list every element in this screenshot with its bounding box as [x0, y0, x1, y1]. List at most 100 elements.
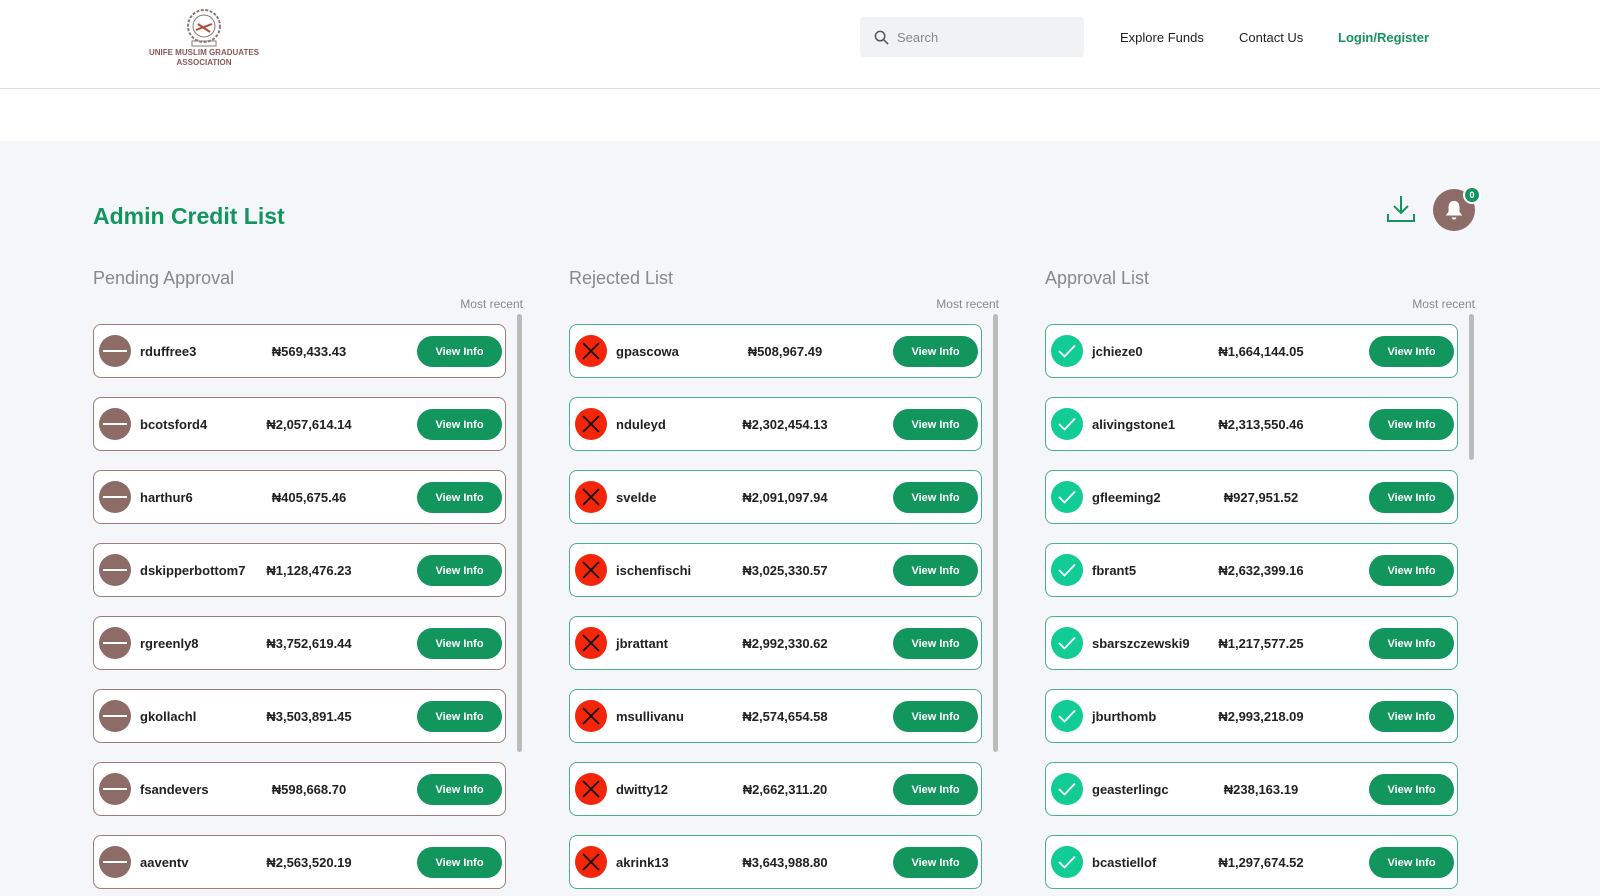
- username: aaventv: [140, 855, 189, 870]
- list-item: gfleeming2 ₦927,951.52 View Info: [1045, 470, 1458, 524]
- view-info-button[interactable]: View Info: [417, 555, 502, 586]
- view-info-button[interactable]: View Info: [1369, 701, 1454, 732]
- list-item: jburthomb ₦2,993,218.09 View Info: [1045, 689, 1458, 743]
- sort-label[interactable]: Most recent: [936, 297, 999, 311]
- x-icon: [575, 481, 607, 513]
- list-item: jbrattant ₦2,992,330.62 View Info: [569, 616, 982, 670]
- amount: ₦3,025,330.57: [742, 563, 828, 578]
- username: bcastiellof: [1092, 855, 1157, 870]
- view-info-button[interactable]: View Info: [417, 774, 502, 805]
- view-info-button[interactable]: View Info: [893, 628, 978, 659]
- list-item: gpascowa ₦508,967.49 View Info: [569, 324, 982, 378]
- minus-icon: [99, 481, 131, 513]
- view-info-button[interactable]: View Info: [1369, 409, 1454, 440]
- check-icon: [1051, 627, 1083, 659]
- amount: ₦1,297,674.52: [1218, 855, 1304, 870]
- page-title: Admin Credit List: [93, 203, 285, 229]
- view-info-button[interactable]: View Info: [1369, 555, 1454, 586]
- search-bar[interactable]: [860, 17, 1084, 57]
- sort-label[interactable]: Most recent: [460, 297, 523, 311]
- minus-icon: [99, 773, 131, 805]
- username: gpascowa: [616, 344, 679, 359]
- check-icon: [1051, 481, 1083, 513]
- username: fbrant5: [1092, 563, 1137, 578]
- scrollbar[interactable]: [1469, 314, 1474, 460]
- check-icon: [1051, 773, 1083, 805]
- username: alivingstone1: [1092, 417, 1176, 432]
- view-info-button[interactable]: View Info: [893, 847, 978, 878]
- column-title: Pending Approval: [93, 268, 235, 288]
- minus-icon: [99, 627, 131, 659]
- list-item: ischenfischi ₦3,025,330.57 View Info: [569, 543, 982, 597]
- username: fsandevers: [140, 782, 209, 797]
- view-info-button[interactable]: View Info: [893, 555, 978, 586]
- list-item: fbrant5 ₦2,632,399.16 View Info: [1045, 543, 1458, 597]
- list-item: rgreenly8 ₦3,752,619.44 View Info: [93, 616, 506, 670]
- view-info-button[interactable]: View Info: [417, 409, 502, 440]
- username: jburthomb: [1092, 709, 1157, 724]
- view-info-button[interactable]: View Info: [1369, 847, 1454, 878]
- amount: ₦1,664,144.05: [1218, 344, 1304, 359]
- username: nduleyd: [616, 417, 666, 432]
- bell-icon: [1445, 200, 1463, 220]
- username: harthur6: [140, 490, 193, 505]
- view-info-button[interactable]: View Info: [417, 847, 502, 878]
- view-info-button[interactable]: View Info: [417, 336, 502, 367]
- view-info-button[interactable]: View Info: [1369, 336, 1454, 367]
- list-item: fsandevers ₦598,668.70 View Info: [93, 762, 506, 816]
- top-header: UNIFE MUSLIM GRADUATES ASSOCIATION Explo…: [0, 0, 1600, 89]
- check-icon: [1051, 554, 1083, 586]
- amount: ₦238,163.19: [1223, 782, 1299, 797]
- column-approval-list: Approval List Most recent jchieze0 ₦1,66…: [1045, 268, 1485, 889]
- username: dwitty12: [616, 782, 669, 797]
- sort-label[interactable]: Most recent: [1412, 297, 1475, 311]
- view-info-button[interactable]: View Info: [417, 628, 502, 659]
- amount: ₦2,662,311.20: [742, 782, 828, 797]
- list-item: geasterlingc ₦238,163.19 View Info: [1045, 762, 1458, 816]
- logo[interactable]: UNIFE MUSLIM GRADUATES ASSOCIATION: [140, 8, 268, 68]
- amount: ₦2,992,330.62: [742, 636, 828, 651]
- column-rejected-list: Rejected List Most recent gpascowa ₦508,…: [569, 268, 1009, 889]
- view-info-button[interactable]: View Info: [893, 701, 978, 732]
- view-info-button[interactable]: View Info: [417, 482, 502, 513]
- view-info-button[interactable]: View Info: [417, 701, 502, 732]
- nav-contact-us[interactable]: Contact Us: [1239, 30, 1303, 45]
- username: bcotsford4: [140, 417, 208, 432]
- check-icon: [1051, 335, 1083, 367]
- logo-text: UNIFE MUSLIM GRADUATES ASSOCIATION: [148, 48, 260, 67]
- minus-icon: [99, 700, 131, 732]
- check-icon: [1051, 700, 1083, 732]
- check-icon: [1051, 408, 1083, 440]
- list-item: sbarszczewski9 ₦1,217,577.25 View Info: [1045, 616, 1458, 670]
- view-info-button[interactable]: View Info: [893, 482, 978, 513]
- minus-icon: [99, 554, 131, 586]
- view-info-button[interactable]: View Info: [893, 336, 978, 367]
- list-item: gkollachl ₦3,503,891.45 View Info: [93, 689, 506, 743]
- username: gkollachl: [140, 709, 197, 724]
- search-input[interactable]: [897, 29, 1077, 45]
- list-item: aaventv ₦2,563,520.19 View Info: [93, 835, 506, 889]
- view-info-button[interactable]: View Info: [1369, 628, 1454, 659]
- x-icon: [575, 700, 607, 732]
- column-title: Approval List: [1045, 268, 1150, 288]
- amount: ₦2,313,550.46: [1218, 417, 1304, 432]
- nav-login-register[interactable]: Login/Register: [1338, 30, 1429, 45]
- list-item: bcotsford4 ₦2,057,614.14 View Info: [93, 397, 506, 451]
- scrollbar[interactable]: [993, 314, 998, 752]
- download-button[interactable]: [1385, 193, 1417, 230]
- view-info-button[interactable]: View Info: [1369, 774, 1454, 805]
- view-info-button[interactable]: View Info: [1369, 482, 1454, 513]
- list-item: nduleyd ₦2,302,454.13 View Info: [569, 397, 982, 451]
- username: rgreenly8: [140, 636, 199, 651]
- nav-explore-funds[interactable]: Explore Funds: [1120, 30, 1204, 45]
- list-item: jchieze0 ₦1,664,144.05 View Info: [1045, 324, 1458, 378]
- username: jchieze0: [1092, 344, 1143, 359]
- list-item: bcastiellof ₦1,297,674.52 View Info: [1045, 835, 1458, 889]
- view-info-button[interactable]: View Info: [893, 409, 978, 440]
- amount: ₦598,668.70: [271, 782, 347, 797]
- list-item: dskipperbottom7 ₦1,128,476.23 View Info: [93, 543, 506, 597]
- column-title: Rejected List: [569, 268, 674, 288]
- scrollbar[interactable]: [517, 314, 522, 752]
- username: dskipperbottom7: [140, 563, 246, 578]
- view-info-button[interactable]: View Info: [893, 774, 978, 805]
